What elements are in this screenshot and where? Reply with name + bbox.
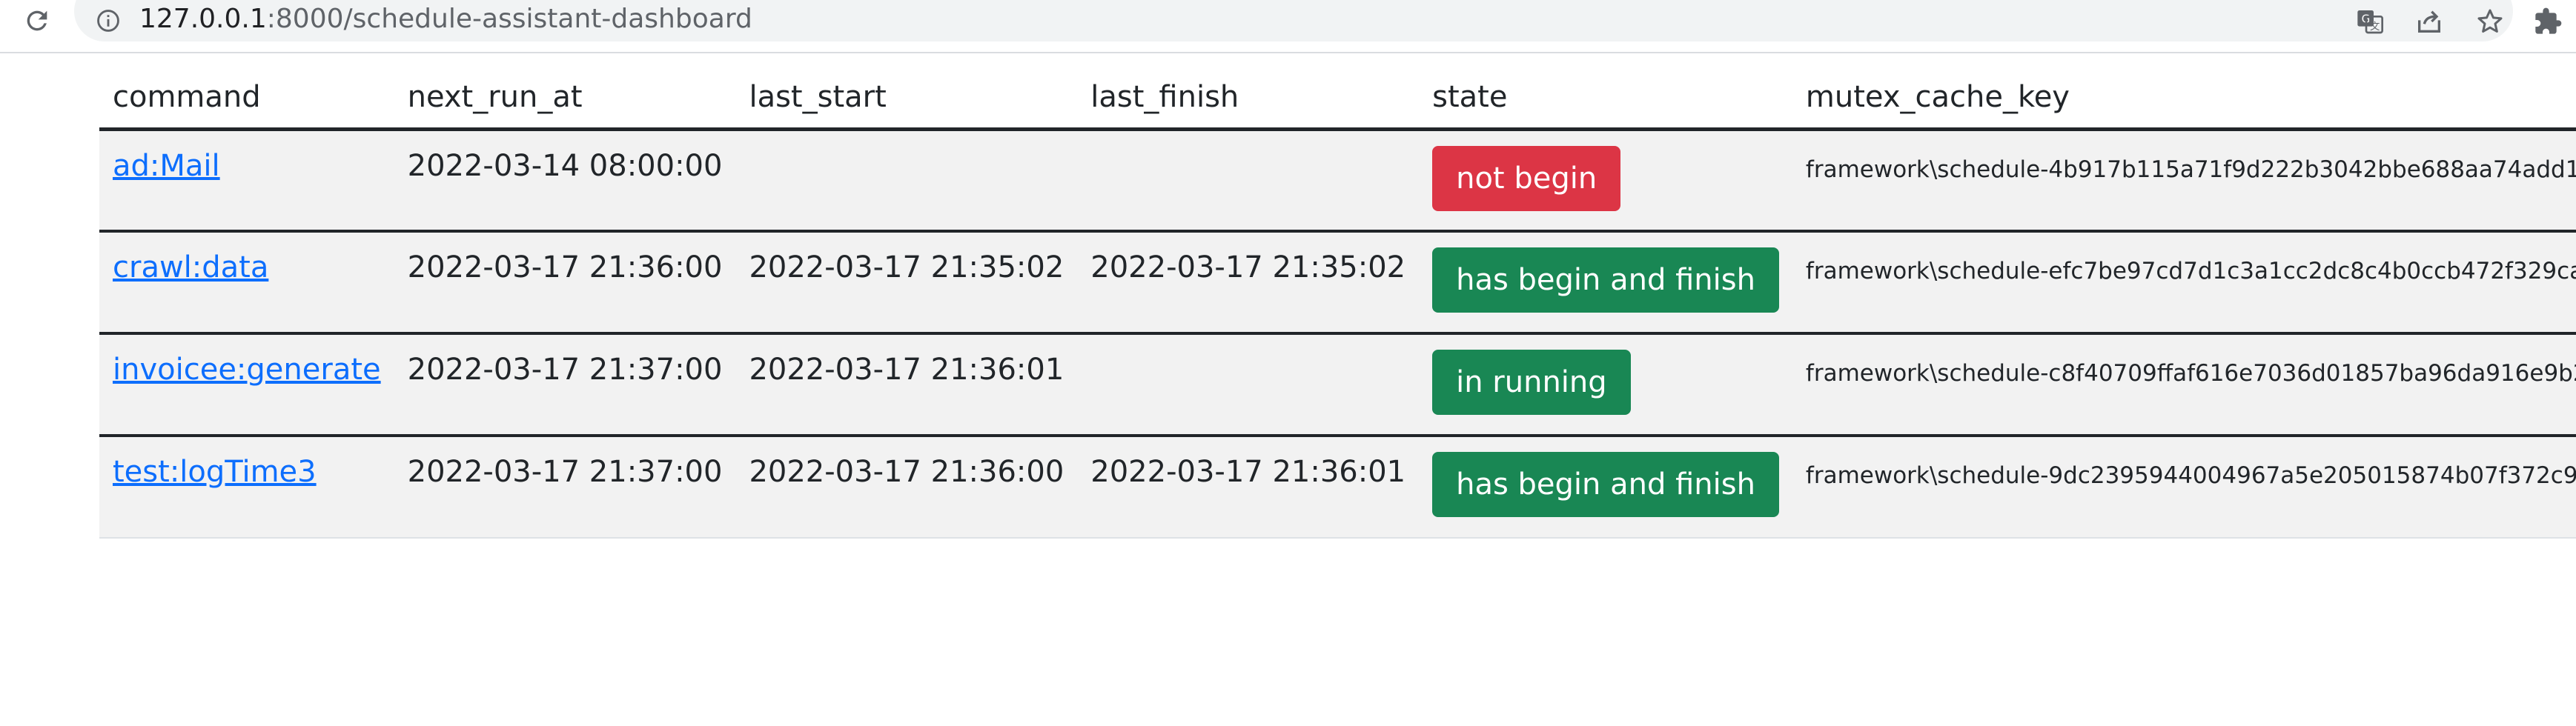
command-link[interactable]: test:logTime3 bbox=[113, 455, 317, 489]
header-last-finish: last_finish bbox=[1077, 67, 1420, 131]
state-badge: not begin bbox=[1432, 145, 1621, 211]
table-row: invoicee:generate 2022-03-17 21:37:00 20… bbox=[99, 333, 2576, 437]
schedule-table-container: command next_run_at last_start last_fini… bbox=[99, 67, 2576, 539]
mutex-cache-key-cell: framework\schedule-9dc2395944004967a5e20… bbox=[1792, 436, 2576, 539]
last-finish-cell: 2022-03-17 21:35:02 bbox=[1077, 231, 1420, 335]
last-start-cell bbox=[735, 129, 1078, 233]
last-finish-cell: 2022-03-17 21:36:01 bbox=[1077, 436, 1420, 539]
state-badge: has begin and finish bbox=[1432, 452, 1779, 517]
table-row: crawl:data 2022-03-17 21:36:00 2022-03-1… bbox=[99, 231, 2576, 335]
header-mutex-cache-key: mutex_cache_key bbox=[1792, 67, 2576, 131]
command-cell: invoicee:generate bbox=[99, 333, 394, 437]
mutex-cache-key-cell: framework\schedule-4b917b115a71f9d222b30… bbox=[1792, 129, 2576, 233]
mutex-cache-key-cell: framework\schedule-c8f40709ffaf616e7036d… bbox=[1792, 333, 2576, 437]
state-cell: has begin and finish bbox=[1419, 436, 1792, 539]
command-link[interactable]: crawl:data bbox=[113, 250, 268, 284]
url-path: :8000/schedule-assistant-dashboard bbox=[266, 4, 752, 34]
next-run-at-cell: 2022-03-17 21:37:00 bbox=[394, 333, 736, 437]
next-run-at-cell: 2022-03-17 21:36:00 bbox=[394, 231, 736, 335]
next-run-at-cell: 2022-03-14 08:00:00 bbox=[394, 129, 736, 233]
mutex-cache-key-cell: framework\schedule-efc7be97cd7d1c3a1cc2d… bbox=[1792, 231, 2576, 335]
last-finish-cell bbox=[1077, 129, 1420, 233]
star-icon[interactable] bbox=[2471, 3, 2509, 40]
info-icon[interactable] bbox=[93, 6, 123, 36]
browser-toolbar: 127.0.0.1:8000/schedule-assistant-dashbo… bbox=[0, 0, 2576, 53]
header-last-start: last_start bbox=[735, 67, 1078, 131]
command-cell: test:logTime3 bbox=[99, 436, 394, 539]
header-state: state bbox=[1419, 67, 1792, 131]
header-command: command bbox=[99, 67, 394, 131]
reload-icon[interactable] bbox=[18, 1, 56, 40]
state-cell: not begin bbox=[1419, 129, 1792, 233]
state-cell: in running bbox=[1419, 333, 1792, 437]
last-start-cell: 2022-03-17 21:36:00 bbox=[735, 436, 1078, 539]
svg-text:文: 文 bbox=[2370, 21, 2380, 33]
header-next-run-at: next_run_at bbox=[394, 67, 736, 131]
command-cell: ad:Mail bbox=[99, 129, 394, 233]
last-finish-cell bbox=[1077, 333, 1420, 437]
state-badge: in running bbox=[1432, 350, 1631, 415]
state-badge: has begin and finish bbox=[1432, 247, 1779, 313]
next-run-at-cell: 2022-03-17 21:37:00 bbox=[394, 436, 736, 539]
table-row: test:logTime3 2022-03-17 21:37:00 2022-0… bbox=[99, 436, 2576, 539]
table-row: ad:Mail 2022-03-14 08:00:00 not begin fr… bbox=[99, 129, 2576, 233]
url-host: 127.0.0.1 bbox=[139, 4, 267, 34]
last-start-cell: 2022-03-17 21:35:02 bbox=[735, 231, 1078, 335]
command-link[interactable]: invoicee:generate bbox=[113, 353, 381, 387]
extensions-icon[interactable] bbox=[2529, 3, 2566, 40]
table-header-row: command next_run_at last_start last_fini… bbox=[99, 67, 2576, 131]
url-text[interactable]: 127.0.0.1:8000/schedule-assistant-dashbo… bbox=[139, 0, 752, 39]
share-icon[interactable] bbox=[2411, 3, 2448, 40]
last-start-cell: 2022-03-17 21:36:01 bbox=[735, 333, 1078, 437]
state-cell: has begin and finish bbox=[1419, 231, 1792, 335]
command-cell: crawl:data bbox=[99, 231, 394, 335]
command-link[interactable]: ad:Mail bbox=[113, 149, 220, 183]
schedule-table: command next_run_at last_start last_fini… bbox=[99, 67, 2576, 539]
translate-icon[interactable]: G 文 bbox=[2351, 3, 2388, 40]
